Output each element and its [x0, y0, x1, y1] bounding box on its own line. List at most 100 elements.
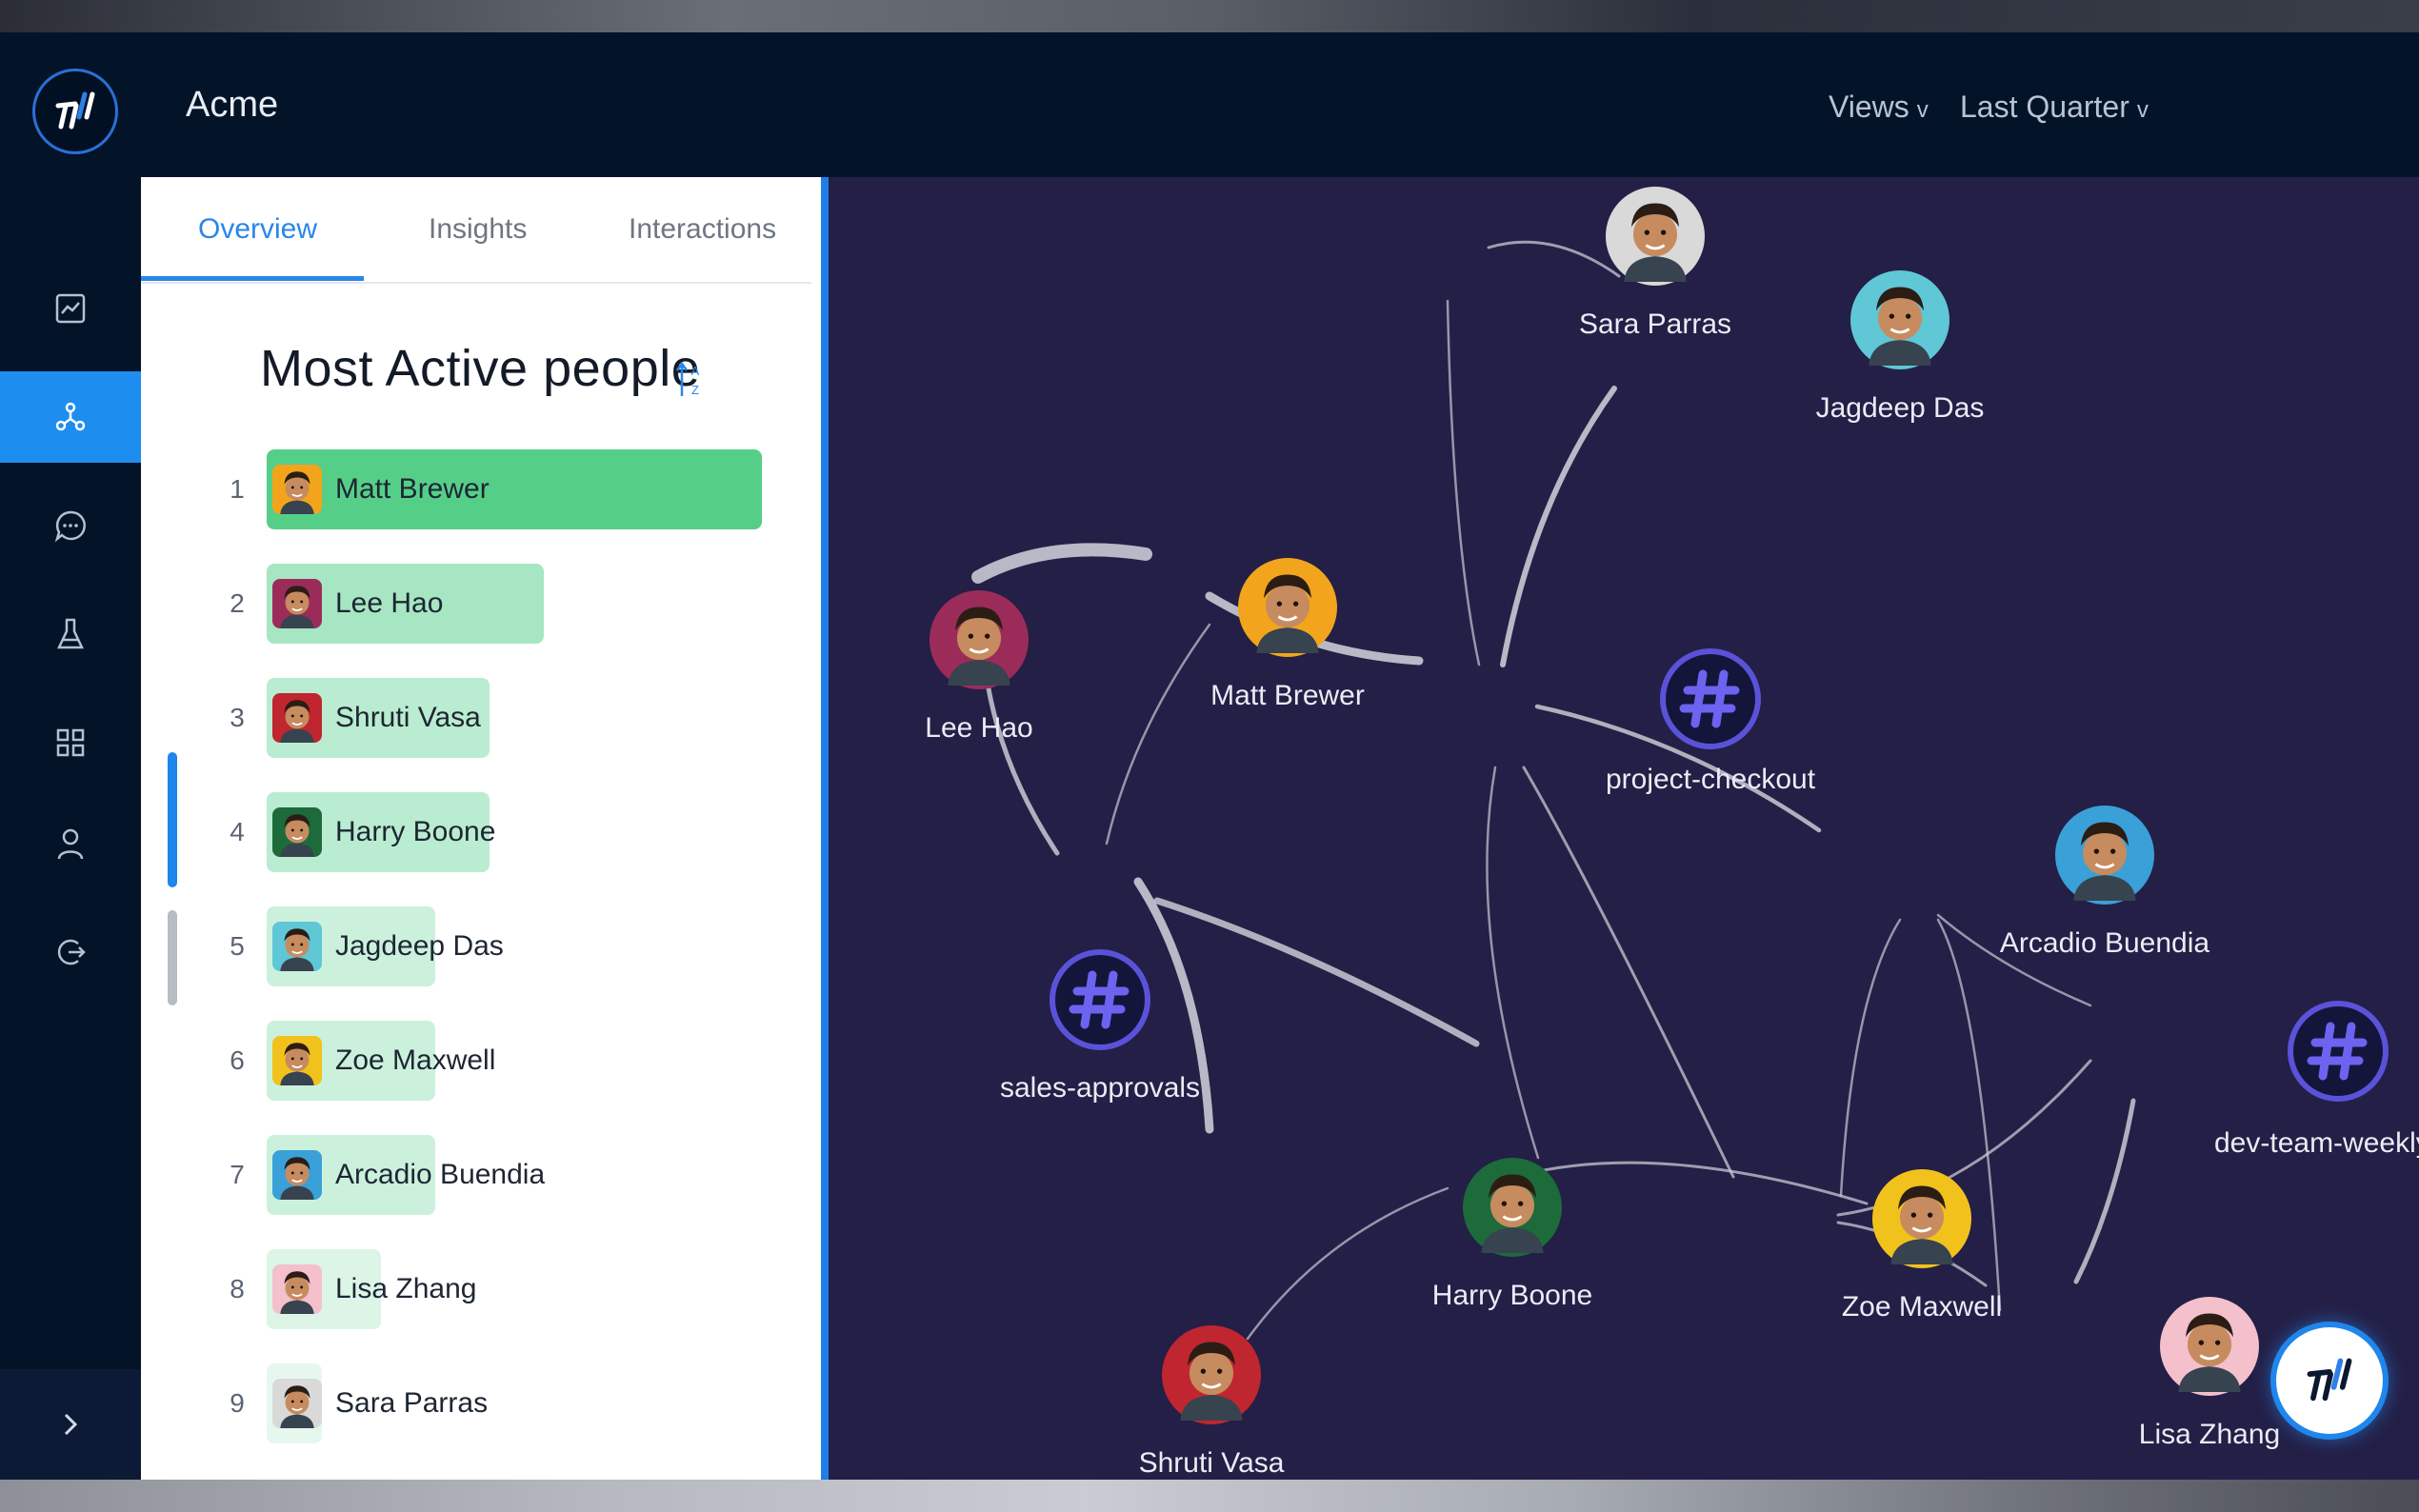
person-node-jagdeep-das[interactable]: Jagdeep Das — [1816, 270, 1985, 424]
chevron-right-icon — [64, 1413, 78, 1436]
edge-mattbrewer-salesapprovals — [1105, 623, 1211, 846]
network-graph-icon — [55, 402, 86, 431]
person-name: Shruti Vasa — [335, 702, 481, 733]
activity-bar[interactable]: Arcadio Buendia — [267, 1135, 545, 1215]
app-window: Acme Views v Last Quarter v Overview Ins… — [0, 32, 2419, 1480]
nav-item-analytics[interactable] — [0, 263, 141, 354]
edge-salesapprovals-harryboone — [1153, 897, 1480, 1047]
avatar — [272, 693, 322, 743]
sort-button[interactable]: A Z — [674, 358, 707, 405]
rank-number: 1 — [230, 474, 245, 504]
person-node-arcadio-buendia[interactable]: Arcadio Buendia — [2000, 806, 2209, 959]
node-label: Arcadio Buendia — [2000, 927, 2209, 959]
avatar — [272, 807, 322, 857]
person-node-lisa-zhang[interactable]: Lisa Zhang — [2139, 1297, 2280, 1450]
node-label: Jagdeep Das — [1816, 392, 1985, 424]
grid-icon — [56, 728, 85, 757]
node-label: Matt Brewer — [1210, 680, 1365, 711]
assistant-fab-button[interactable] — [2276, 1327, 2383, 1434]
person-node-zoe-maxwell[interactable]: Zoe Maxwell — [1842, 1169, 2002, 1323]
sidebar-nav — [0, 177, 141, 1480]
channel-node-dev-team-weekly[interactable]: dev-team-weekly — [2214, 1001, 2419, 1159]
person-name: Lee Hao — [335, 587, 444, 619]
tab-insights[interactable]: Insights — [429, 213, 527, 246]
period-dropdown[interactable]: Last Quarter v — [1960, 90, 2149, 125]
period-label: Last Quarter — [1960, 90, 2129, 124]
edge-devteam-lisazhang — [2073, 1098, 2136, 1284]
app-logo[interactable] — [32, 69, 118, 154]
activity-bar[interactable]: Matt Brewer — [267, 449, 762, 529]
nav-item-labs[interactable] — [0, 588, 141, 680]
node-label: Harry Boone — [1432, 1280, 1592, 1311]
node-label: dev-team-weekly — [2214, 1127, 2419, 1159]
rank-number: 5 — [230, 931, 245, 961]
channel-node-sales-approvals[interactable]: sales-approvals — [1000, 949, 1200, 1104]
list-item[interactable]: 8 Lisa Zhang — [141, 1249, 811, 1329]
rank-number: 9 — [230, 1388, 245, 1418]
active-tab-indicator — [141, 276, 364, 281]
line-chart-icon — [55, 293, 86, 324]
chat-bubble-icon — [54, 510, 86, 543]
sort-alpha-icon: A Z — [675, 361, 700, 397]
node-label: sales-approvals — [1000, 1072, 1200, 1104]
edge-saraparras-jagdeepdas — [1487, 240, 1621, 278]
person-name: Zoe Maxwell — [335, 1044, 496, 1076]
tab-interactions[interactable]: Interactions — [629, 213, 776, 246]
user-icon — [57, 828, 84, 860]
person-name: Sara Parras — [335, 1387, 489, 1419]
list-item[interactable]: 2 Lee Hao — [141, 564, 811, 644]
nav-item-profile[interactable] — [0, 798, 141, 889]
node-label: Shruti Vasa — [1139, 1447, 1285, 1479]
person-node-lee-hao[interactable]: Lee Hao — [925, 590, 1033, 744]
avatar — [272, 1150, 322, 1200]
activity-bar[interactable]: Lisa Zhang — [267, 1249, 476, 1329]
panel-title: Most Active people — [260, 340, 701, 397]
list-item[interactable]: 7 Arcadio Buendia — [141, 1135, 811, 1215]
tab-overview[interactable]: Overview — [198, 213, 317, 246]
activity-bar[interactable]: Zoe Maxwell — [267, 1021, 495, 1101]
rank-number: 2 — [230, 588, 245, 618]
screen-top-bezel — [0, 0, 2419, 32]
edge-zoemaxwell-devteam — [1836, 1059, 2092, 1217]
activity-bar[interactable]: Sara Parras — [267, 1363, 488, 1443]
channel-node-project-checkout[interactable]: project-checkout — [1606, 648, 1816, 795]
svg-text:Z: Z — [691, 383, 699, 397]
list-item[interactable]: 6 Zoe Maxwell — [141, 1021, 811, 1101]
avatar — [272, 579, 322, 628]
node-label: Lee Hao — [925, 712, 1032, 744]
rank-number: 8 — [230, 1274, 245, 1303]
node-label: project-checkout — [1606, 764, 1816, 795]
activity-bar[interactable]: Jagdeep Das — [267, 906, 504, 986]
list-item[interactable]: 1 Matt Brewer — [141, 449, 811, 529]
nav-item-apps[interactable] — [0, 697, 141, 788]
list-item[interactable]: 5 Jagdeep Das — [141, 906, 811, 986]
edge-harryboone-shrutivasa — [1246, 1186, 1449, 1341]
panel-tabs: Overview Insights Interactions — [141, 177, 811, 284]
person-node-sara-parras[interactable]: Sara Parras — [1579, 187, 1731, 340]
node-label: Sara Parras — [1579, 308, 1731, 340]
rank-number: 7 — [230, 1160, 245, 1189]
views-dropdown[interactable]: Views v — [1829, 90, 1929, 125]
sidebar-collapse-button[interactable] — [0, 1369, 141, 1480]
network-graph[interactable]: project-checkout sales-approvals dev-tea… — [829, 177, 2419, 1480]
person-name: Lisa Zhang — [335, 1273, 477, 1304]
nav-item-messages[interactable] — [0, 480, 141, 571]
edge-projectcheckout-saraparras — [1446, 299, 1481, 666]
edge-arcadio-zoemaxwell — [1839, 918, 1902, 1198]
person-node-shruti-vasa[interactable]: Shruti Vasa — [1139, 1325, 1285, 1479]
logout-icon — [57, 939, 86, 965]
person-name: Jagdeep Das — [335, 930, 504, 962]
list-item[interactable]: 3 Shruti Vasa — [141, 678, 811, 758]
person-node-matt-brewer[interactable]: Matt Brewer — [1210, 558, 1365, 711]
activity-bar[interactable]: Lee Hao — [267, 564, 545, 644]
nav-item-logout[interactable] — [0, 906, 141, 998]
edge-projectcheckout-zoemaxwell — [1522, 766, 1735, 1179]
panel-divider[interactable] — [821, 177, 829, 1480]
activity-bar[interactable]: Harry Boone — [267, 792, 495, 872]
edge-projectcheckout-jagdeepdas — [1500, 386, 1617, 667]
list-item[interactable]: 9 Sara Parras — [141, 1363, 811, 1443]
activity-bar[interactable]: Shruti Vasa — [267, 678, 490, 758]
list-item[interactable]: 4 Harry Boone — [141, 792, 811, 872]
nav-item-network[interactable] — [0, 371, 141, 463]
person-node-harry-boone[interactable]: Harry Boone — [1432, 1158, 1592, 1311]
